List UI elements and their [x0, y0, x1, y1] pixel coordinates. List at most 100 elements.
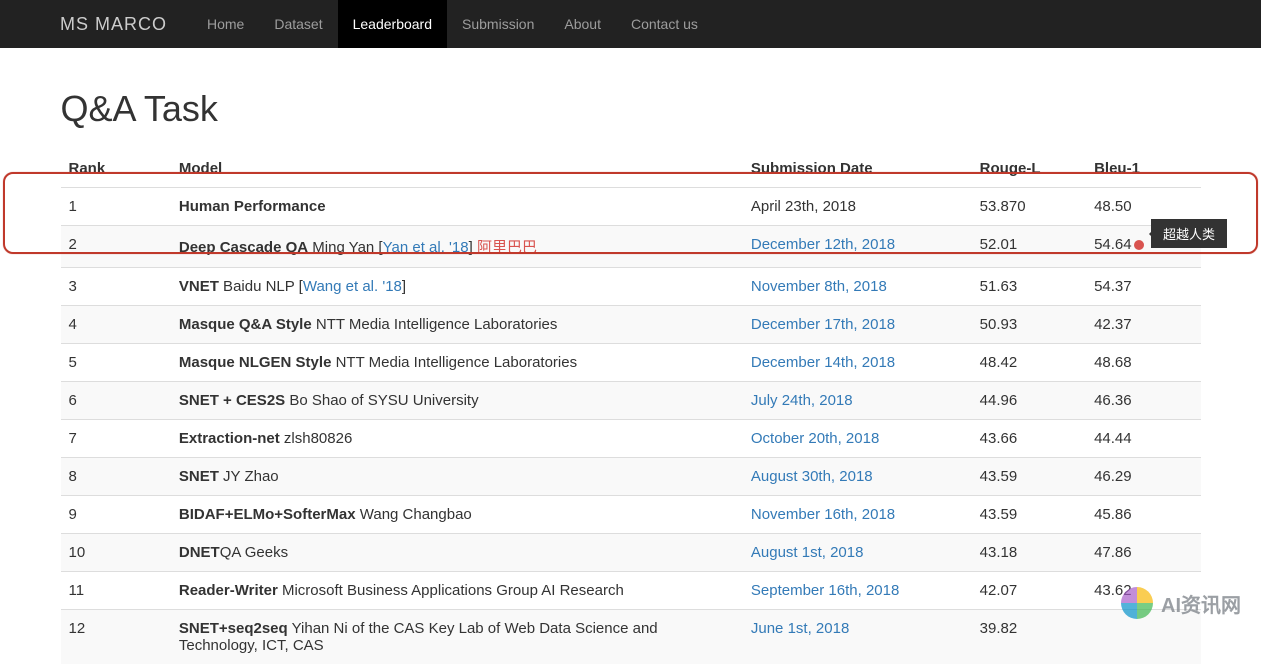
- model-detail: NTT Media Intelligence Laboratories: [331, 354, 577, 371]
- nav-item-contact-us[interactable]: Contact us: [616, 0, 713, 48]
- nav-item-leaderboard[interactable]: Leaderboard: [338, 0, 447, 48]
- table-row: 11Reader-Writer Microsoft Business Appli…: [61, 572, 1201, 610]
- date-link[interactable]: September 16th, 2018: [751, 582, 899, 599]
- cell-rouge: 48.42: [972, 344, 1086, 382]
- date-link[interactable]: August 30th, 2018: [751, 468, 873, 485]
- model-name: DNET: [179, 544, 220, 561]
- brand[interactable]: MS MARCO: [60, 14, 167, 35]
- cell-date[interactable]: July 24th, 2018: [743, 382, 972, 420]
- date-link[interactable]: October 20th, 2018: [751, 430, 879, 447]
- cell-model: Extraction-net zlsh80826: [171, 420, 743, 458]
- main-container: Q&A Task Rank Model Submission Date Roug…: [61, 48, 1201, 664]
- cell-bleu: 47.86: [1086, 534, 1200, 572]
- nav-item-dataset[interactable]: Dataset: [259, 0, 337, 48]
- cell-rank: 6: [61, 382, 171, 420]
- model-detail: zlsh80826: [280, 430, 353, 447]
- cell-model: VNET Baidu NLP [Wang et al. '18]: [171, 268, 743, 306]
- cell-rank: 3: [61, 268, 171, 306]
- highlight-dot-icon: [1134, 240, 1144, 250]
- cell-rank: 11: [61, 572, 171, 610]
- tooltip-surpass-human: 超越人类: [1151, 219, 1227, 248]
- cell-rank: 10: [61, 534, 171, 572]
- nav-item-submission[interactable]: Submission: [447, 0, 549, 48]
- model-name: Deep Cascade QA: [179, 239, 308, 256]
- model-name: Masque Q&A Style: [179, 316, 312, 333]
- cell-rouge: 43.59: [972, 496, 1086, 534]
- cell-rouge: 52.01: [972, 226, 1086, 268]
- navbar: MS MARCO HomeDatasetLeaderboardSubmissio…: [0, 0, 1261, 48]
- cell-bleu: 46.36: [1086, 382, 1200, 420]
- cell-rank: 2: [61, 226, 171, 268]
- cell-date: April 23th, 2018: [743, 188, 972, 226]
- date-link[interactable]: August 1st, 2018: [751, 544, 864, 561]
- model-detail: Ming Yan [: [308, 239, 383, 256]
- model-name: Masque NLGEN Style: [179, 354, 332, 371]
- cell-date[interactable]: November 8th, 2018: [743, 268, 972, 306]
- table-row: 3VNET Baidu NLP [Wang et al. '18] Novembe…: [61, 268, 1201, 306]
- col-rouge: Rouge-L: [972, 150, 1086, 188]
- reference-link[interactable]: Yan et al. '18: [383, 239, 469, 256]
- cell-rouge: 42.07: [972, 572, 1086, 610]
- table-row: 6SNET + CES2S Bo Shao of SYSU University…: [61, 382, 1201, 420]
- cell-date[interactable]: September 16th, 2018: [743, 572, 972, 610]
- reference-link[interactable]: Wang et al. '18: [303, 278, 402, 295]
- cell-date[interactable]: August 1st, 2018: [743, 534, 972, 572]
- cell-model: Masque Q&A Style NTT Media Intelligence …: [171, 306, 743, 344]
- cell-rank: 7: [61, 420, 171, 458]
- cell-rouge: 53.870: [972, 188, 1086, 226]
- date-link[interactable]: November 8th, 2018: [751, 278, 887, 295]
- col-rank: Rank: [61, 150, 171, 188]
- cell-rouge: 44.96: [972, 382, 1086, 420]
- model-name: SNET: [179, 468, 219, 485]
- cell-model: SNET + CES2S Bo Shao of SYSU University: [171, 382, 743, 420]
- cell-model: Deep Cascade QA Ming Yan [Yan et al. '18…: [171, 226, 743, 268]
- cell-date[interactable]: December 17th, 2018: [743, 306, 972, 344]
- cell-date[interactable]: June 1st, 2018: [743, 610, 972, 664]
- cell-date[interactable]: December 12th, 2018: [743, 226, 972, 268]
- cell-model: Human Performance: [171, 188, 743, 226]
- cell-bleu: 54.37: [1086, 268, 1200, 306]
- cell-bleu: 45.86: [1086, 496, 1200, 534]
- nav-item-home[interactable]: Home: [192, 0, 259, 48]
- date-link[interactable]: November 16th, 2018: [751, 506, 895, 523]
- table-row: 5Masque NLGEN Style NTT Media Intelligen…: [61, 344, 1201, 382]
- cell-rank: 4: [61, 306, 171, 344]
- date-link[interactable]: December 17th, 2018: [751, 316, 895, 333]
- cell-date[interactable]: October 20th, 2018: [743, 420, 972, 458]
- col-bleu: Bleu-1: [1086, 150, 1200, 188]
- date-link[interactable]: July 24th, 2018: [751, 392, 853, 409]
- table-row: 1 Human Performance April 23th, 201853.870…: [61, 188, 1201, 226]
- model-name: Reader-Writer: [179, 582, 278, 599]
- table-row: 4Masque Q&A Style NTT Media Intelligence…: [61, 306, 1201, 344]
- cell-model: SNET JY Zhao: [171, 458, 743, 496]
- watermark: AI资讯网: [1121, 587, 1241, 619]
- cell-rouge: 43.66: [972, 420, 1086, 458]
- table-row: 8SNET JY ZhaoAugust 30th, 201843.5946.29: [61, 458, 1201, 496]
- cell-date[interactable]: August 30th, 2018: [743, 458, 972, 496]
- model-name: BIDAF+ELMo+SofterMax: [179, 506, 356, 523]
- model-name: Human Performance: [179, 198, 326, 215]
- cell-model: BIDAF+ELMo+SofterMax Wang Changbao: [171, 496, 743, 534]
- cell-date[interactable]: November 16th, 2018: [743, 496, 972, 534]
- table-row: 10DNETQA GeeksAugust 1st, 201843.1847.86: [61, 534, 1201, 572]
- cell-rouge: 51.63: [972, 268, 1086, 306]
- cell-rank: 1: [61, 188, 171, 226]
- cell-date[interactable]: December 14th, 2018: [743, 344, 972, 382]
- cell-bleu: 42.37: [1086, 306, 1200, 344]
- cell-rouge: 43.18: [972, 534, 1086, 572]
- page-title: Q&A Task: [61, 88, 1201, 130]
- table-row: 2Deep Cascade QA Ming Yan [Yan et al. '1…: [61, 226, 1201, 268]
- cell-bleu: 46.29: [1086, 458, 1200, 496]
- cell-rouge: 43.59: [972, 458, 1086, 496]
- date-link[interactable]: June 1st, 2018: [751, 620, 849, 637]
- cell-model: DNETQA Geeks: [171, 534, 743, 572]
- model-name: SNET + CES2S: [179, 392, 285, 409]
- cell-model: SNET+seq2seq Yihan Ni of the CAS Key Lab…: [171, 610, 743, 664]
- date-link[interactable]: December 12th, 2018: [751, 236, 895, 253]
- model-detail: QA Geeks: [220, 544, 288, 561]
- table-row: 12SNET+seq2seq Yihan Ni of the CAS Key L…: [61, 610, 1201, 664]
- date-link[interactable]: December 14th, 2018: [751, 354, 895, 371]
- nav-item-about[interactable]: About: [549, 0, 616, 48]
- model-detail: Bo Shao of SYSU University: [285, 392, 478, 409]
- model-name: Extraction-net: [179, 430, 280, 447]
